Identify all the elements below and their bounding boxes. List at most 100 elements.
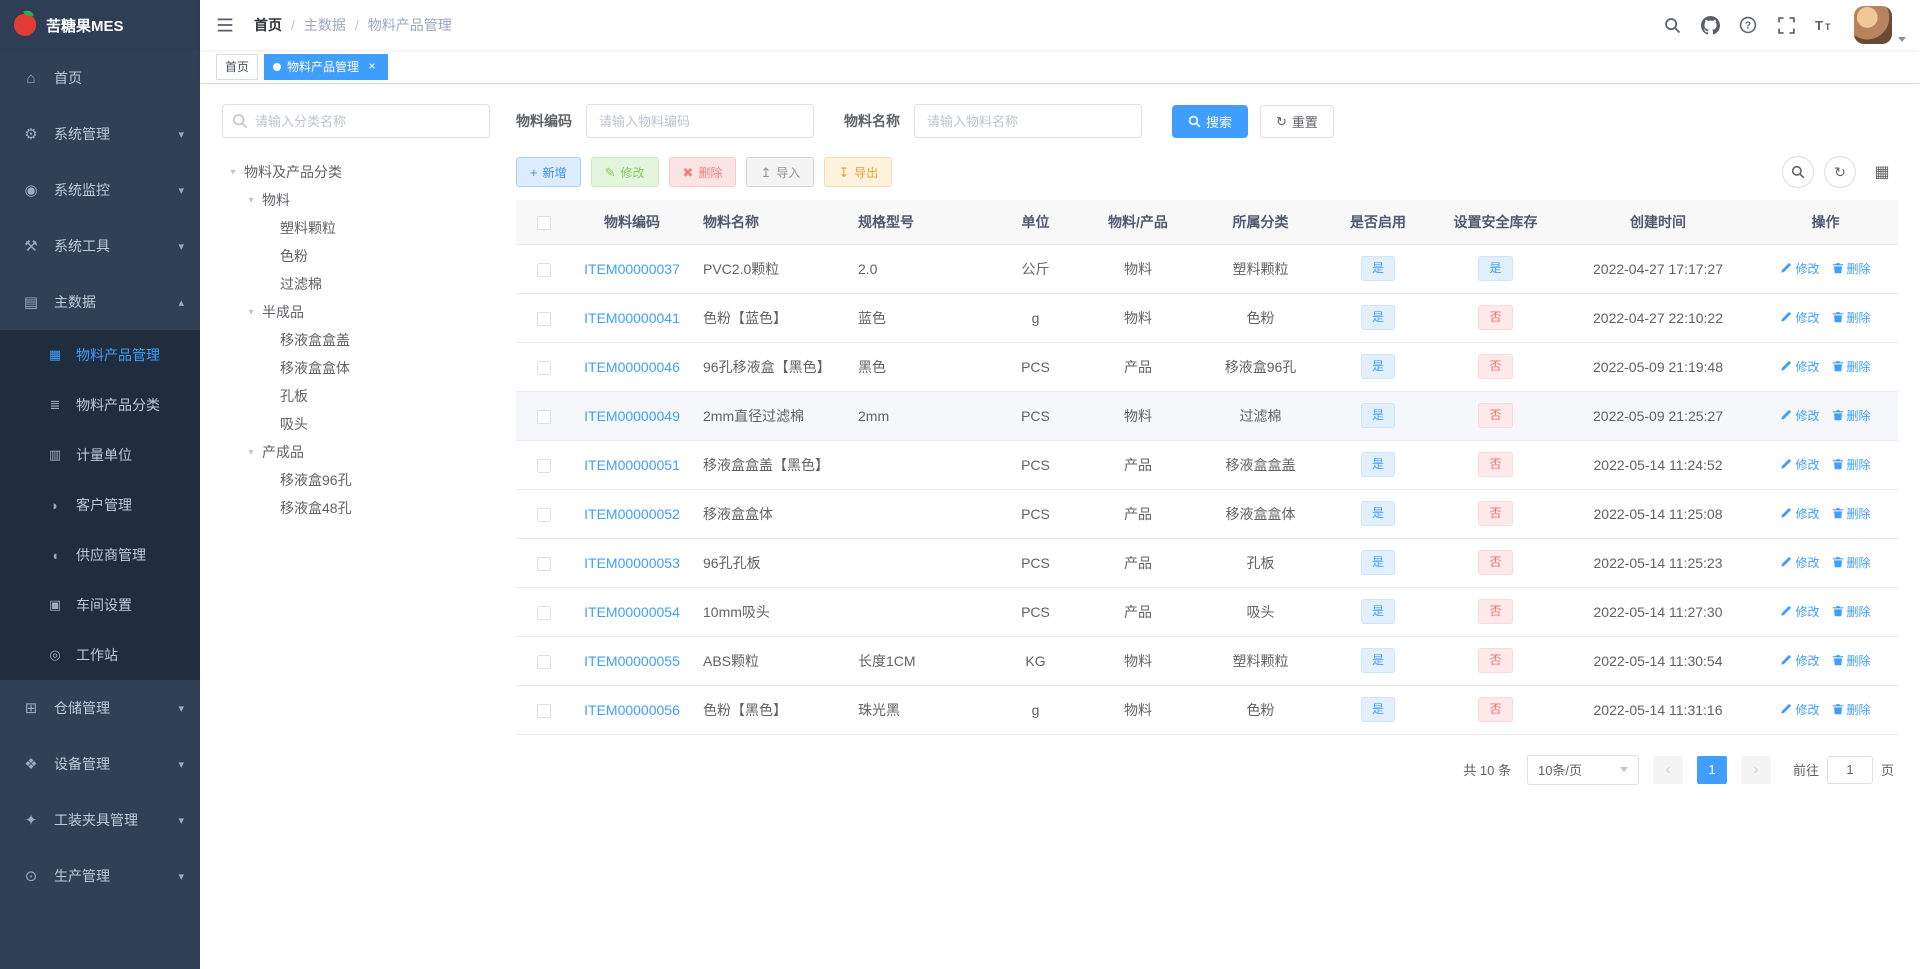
sidebar-item-warehouse-management[interactable]: ⊞ 仓储管理 ▾	[0, 680, 200, 736]
row-checkbox[interactable]	[536, 507, 551, 522]
checkbox[interactable]	[536, 215, 551, 230]
tree-node[interactable]: 移液盒盒盖	[222, 326, 490, 354]
item-code-link[interactable]: ITEM00000056	[584, 702, 680, 718]
search-button[interactable]: 搜索	[1172, 104, 1249, 138]
sidebar-item-equipment-management[interactable]: ❖ 设备管理 ▾	[0, 736, 200, 792]
font-size-icon[interactable]: TT	[1806, 0, 1842, 50]
row-checkbox[interactable]	[536, 311, 551, 326]
delete-link[interactable]: 删除	[1832, 456, 1871, 473]
item-code-link[interactable]: ITEM00000051	[584, 457, 680, 473]
select-all-checkbox[interactable]	[516, 200, 571, 245]
edit-link[interactable]: 修改	[1780, 260, 1820, 277]
row-checkbox[interactable]	[536, 605, 551, 620]
delete-link[interactable]: 删除	[1832, 652, 1871, 669]
sidebar-item-system-monitor[interactable]: ◉ 系统监控 ▾	[0, 162, 200, 218]
item-code-link[interactable]: ITEM00000049	[584, 408, 680, 424]
tree-node[interactable]: 孔板	[222, 382, 490, 410]
tree-node[interactable]: ▾ 物料	[222, 186, 490, 214]
row-checkbox[interactable]	[536, 409, 551, 424]
import-button[interactable]: ↥ 导入	[746, 157, 815, 187]
toggle-search-icon[interactable]	[1782, 156, 1814, 188]
edit-link[interactable]: 修改	[1780, 358, 1820, 375]
edit-link[interactable]: 修改	[1780, 505, 1820, 522]
hamburger-icon[interactable]	[200, 0, 250, 50]
delete-link[interactable]: 删除	[1832, 407, 1871, 424]
sidebar-item-master-data[interactable]: ▤ 主数据 ▴	[0, 274, 200, 330]
search-icon[interactable]	[1654, 0, 1690, 50]
tree-node[interactable]: ▾ 半成品	[222, 298, 490, 326]
page-number-button[interactable]: 1	[1696, 755, 1727, 784]
row-checkbox[interactable]	[536, 458, 551, 473]
tree-node[interactable]: 吸头	[222, 410, 490, 438]
fullscreen-icon[interactable]	[1768, 0, 1804, 50]
row-checkbox[interactable]	[536, 703, 551, 718]
sidebar-item-tooling-fixture-management[interactable]: ✦ 工装夹具管理 ▾	[0, 792, 200, 848]
sidebar-item-workshop-settings[interactable]: ▣ 车间设置	[0, 580, 200, 630]
material-code-input[interactable]	[586, 104, 814, 138]
item-code-link[interactable]: ITEM00000041	[584, 310, 680, 326]
github-icon[interactable]	[1692, 0, 1728, 50]
material-name-input[interactable]	[914, 104, 1142, 138]
tree-node[interactable]: ▾ 物料及产品分类	[222, 158, 490, 186]
add-button[interactable]: + 新增	[516, 157, 581, 187]
item-code-link[interactable]: ITEM00000054	[584, 604, 680, 620]
prev-page-button[interactable]: ‹	[1652, 755, 1683, 784]
delete-button[interactable]: ✖ 删除	[668, 157, 737, 187]
edit-link[interactable]: 修改	[1780, 701, 1820, 718]
tree-node[interactable]: 过滤棉	[222, 270, 490, 298]
sidebar-item-system-management[interactable]: ⚙ 系统管理 ▾	[0, 106, 200, 162]
caret-down-icon[interactable]	[1898, 37, 1906, 42]
breadcrumb-item[interactable]: 首页	[254, 15, 282, 35]
edit-link[interactable]: 修改	[1780, 456, 1820, 473]
edit-link[interactable]: 修改	[1780, 407, 1820, 424]
tree-node[interactable]: 移液盒48孔	[222, 494, 490, 522]
item-code-link[interactable]: ITEM00000046	[584, 359, 680, 375]
delete-link[interactable]: 删除	[1832, 701, 1871, 718]
item-code-link[interactable]: ITEM00000037	[584, 261, 680, 277]
category-search-input[interactable]	[222, 104, 490, 138]
delete-link[interactable]: 删除	[1832, 358, 1871, 375]
tree-node[interactable]: 色粉	[222, 242, 490, 270]
row-checkbox[interactable]	[536, 556, 551, 571]
reset-button[interactable]: ↻ 重置	[1260, 104, 1334, 138]
sidebar-item-production-management[interactable]: ⊙ 生产管理 ▾	[0, 848, 200, 904]
tree-node[interactable]: 塑料颗粒	[222, 214, 490, 242]
item-code-link[interactable]: ITEM00000055	[584, 653, 680, 669]
edit-link[interactable]: 修改	[1780, 554, 1820, 571]
sidebar-item-home[interactable]: ⌂ 首页	[0, 50, 200, 106]
sidebar-item-supplier-management[interactable]: ◖ 供应商管理	[0, 530, 200, 580]
next-page-button[interactable]: ›	[1740, 755, 1771, 784]
sidebar-item-material-product-category[interactable]: ≣ 物料产品分类	[0, 380, 200, 430]
delete-link[interactable]: 删除	[1832, 260, 1871, 277]
row-checkbox[interactable]	[536, 262, 551, 277]
refresh-table-icon[interactable]: ↻	[1824, 156, 1856, 188]
item-code-link[interactable]: ITEM00000053	[584, 555, 680, 571]
delete-link[interactable]: 删除	[1832, 603, 1871, 620]
sidebar-item-customer-management[interactable]: ◗ 客户管理	[0, 480, 200, 530]
app-logo[interactable]: 苦糖果MES	[0, 0, 200, 50]
tag-home[interactable]: 首页	[216, 53, 259, 80]
row-checkbox[interactable]	[536, 360, 551, 375]
edit-button[interactable]: ✎ 修改	[590, 157, 659, 187]
tree-node[interactable]: 移液盒96孔	[222, 466, 490, 494]
sidebar-item-system-tools[interactable]: ⚒ 系统工具 ▾	[0, 218, 200, 274]
avatar[interactable]	[1854, 6, 1892, 44]
sidebar-item-material-product-management[interactable]: ▦ 物料产品管理	[0, 330, 200, 380]
delete-link[interactable]: 删除	[1832, 505, 1871, 522]
tree-node[interactable]: ▾ 产成品	[222, 438, 490, 466]
edit-link[interactable]: 修改	[1780, 603, 1820, 620]
row-checkbox[interactable]	[536, 654, 551, 669]
edit-link[interactable]: 修改	[1780, 309, 1820, 326]
goto-page-input[interactable]	[1826, 755, 1873, 784]
tag-material-product-management[interactable]: 物料产品管理 ×	[264, 53, 389, 80]
page-size-select[interactable]: 10条/页	[1526, 754, 1639, 785]
export-button[interactable]: ↧ 导出	[824, 157, 893, 187]
tree-node[interactable]: 移液盒盒体	[222, 354, 490, 382]
delete-link[interactable]: 删除	[1832, 554, 1871, 571]
close-icon[interactable]: ×	[365, 59, 379, 74]
item-code-link[interactable]: ITEM00000052	[584, 506, 680, 522]
edit-link[interactable]: 修改	[1780, 652, 1820, 669]
column-settings-icon[interactable]: ▦	[1866, 156, 1898, 188]
help-icon[interactable]: ?	[1730, 0, 1766, 50]
sidebar-item-measurement-unit[interactable]: ▥ 计量单位	[0, 430, 200, 480]
